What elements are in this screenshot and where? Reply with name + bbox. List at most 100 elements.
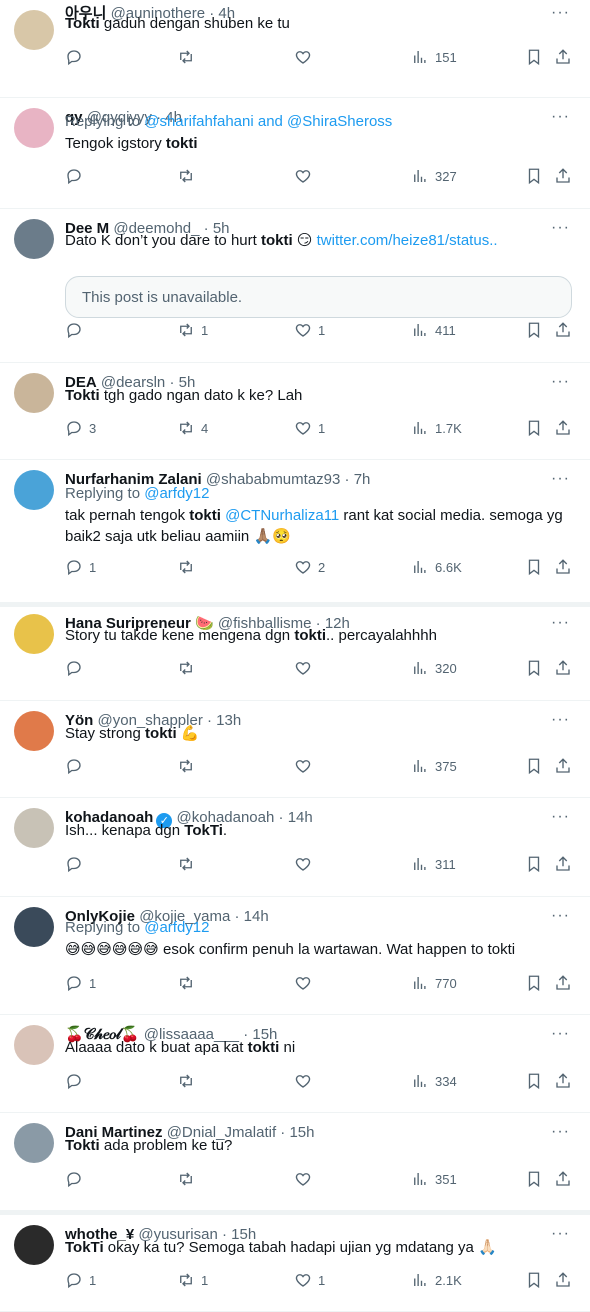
like-button[interactable] (294, 1168, 318, 1190)
reply-button[interactable]: 1 (65, 972, 96, 994)
bookmark-button[interactable] (525, 972, 543, 994)
tweet[interactable]: 아우니 @auninothere · 4h ··· Tokti gaduh deng… (0, 0, 590, 98)
bookmark-button[interactable] (525, 319, 543, 341)
share-button[interactable] (554, 1269, 572, 1291)
like-button[interactable] (294, 165, 318, 187)
share-button[interactable] (554, 46, 572, 68)
bookmark-button[interactable] (525, 1070, 543, 1092)
retweet-button[interactable] (177, 755, 201, 777)
bookmark-button[interactable] (525, 1269, 543, 1291)
views-button[interactable]: 311 (411, 853, 456, 875)
views-button[interactable]: 320 (411, 657, 457, 679)
tweet[interactable]: DEA @dearsln · 5h ··· Tokti tgh gado ngan … (0, 363, 590, 460)
tweet-link[interactable]: @CTNurhaliza11 (225, 507, 339, 524)
avatar[interactable] (14, 1225, 54, 1265)
tweet[interactable]: qy @qyqiyyy · 4h ··· Replying to @sharifah… (0, 98, 590, 209)
views-button[interactable]: 2.1K (411, 1269, 462, 1291)
tweet[interactable]: Nurfarhanim Zalani @shababmumtaz93 · 7h ·… (0, 460, 590, 603)
avatar[interactable] (14, 1123, 54, 1163)
reply-button[interactable] (65, 1168, 89, 1190)
retweet-button[interactable]: 1 (177, 319, 208, 341)
like-button[interactable] (294, 755, 318, 777)
reply-button[interactable]: 3 (65, 417, 96, 439)
views-button[interactable]: 411 (411, 319, 456, 341)
views-button[interactable]: 6.6K (411, 556, 462, 578)
tweet[interactable]: OnlyKojie @kojie_yama · 14h ··· Replying t… (0, 897, 590, 1015)
share-button[interactable] (554, 853, 572, 875)
bookmark-button[interactable] (525, 556, 543, 578)
like-button[interactable] (294, 972, 318, 994)
tweet[interactable]: whothe_¥ @yusurisan · 15h ··· TokTi okay k… (0, 1215, 590, 1312)
views-button[interactable]: 327 (411, 165, 457, 187)
retweet-button[interactable] (177, 46, 201, 68)
reply-button[interactable] (65, 319, 89, 341)
views-button[interactable]: 770 (411, 972, 457, 994)
bookmark-button[interactable] (525, 755, 543, 777)
views-button[interactable]: 351 (411, 1168, 457, 1190)
tweet[interactable]: Yön @yon_shappler · 13h ··· Stay strong to… (0, 701, 590, 798)
bookmark-button[interactable] (525, 657, 543, 679)
views-button[interactable]: 334 (411, 1070, 457, 1092)
avatar[interactable] (14, 711, 54, 751)
views-button[interactable]: 375 (411, 755, 457, 777)
bookmark-button[interactable] (525, 165, 543, 187)
like-button[interactable] (294, 46, 318, 68)
share-button[interactable] (554, 165, 572, 187)
retweet-button[interactable]: 4 (177, 417, 208, 439)
avatar[interactable] (14, 614, 54, 654)
bookmark-button[interactable] (525, 46, 543, 68)
like-button[interactable]: 1 (294, 417, 325, 439)
retweet-button[interactable] (177, 1070, 201, 1092)
avatar[interactable] (14, 10, 54, 50)
share-button[interactable] (554, 1168, 572, 1190)
avatar[interactable] (14, 108, 54, 148)
share-button[interactable] (554, 556, 572, 578)
replying-to-handles[interactable]: @sharifahfahani and @ShiraSheross (144, 113, 392, 130)
retweet-button[interactable] (177, 657, 201, 679)
avatar[interactable] (14, 219, 54, 259)
reply-button[interactable] (65, 853, 89, 875)
avatar[interactable] (14, 470, 54, 510)
reply-button[interactable] (65, 755, 89, 777)
tweet[interactable]: Dee M @deemohd_ · 5h ··· Dato K don’t you … (0, 209, 590, 363)
views-button[interactable]: 151 (411, 46, 457, 68)
retweet-button[interactable] (177, 1168, 201, 1190)
like-button[interactable] (294, 1070, 318, 1092)
retweet-button[interactable]: 1 (177, 1269, 208, 1291)
like-button[interactable]: 1 (294, 1269, 325, 1291)
share-button[interactable] (554, 417, 572, 439)
reply-button[interactable]: 1 (65, 1269, 96, 1291)
avatar[interactable] (14, 907, 54, 947)
reply-button[interactable] (65, 1070, 89, 1092)
tweet-link[interactable]: twitter.com/heize81/status.. (317, 232, 498, 249)
share-button[interactable] (554, 755, 572, 777)
tweet[interactable]: Hana Suripreneur 🍉 @fishballisme · 12h ··… (0, 604, 590, 701)
tweet[interactable]: 🍒𝒞𝒽𝑒𝑜𝓁🍒 @lissaaaa___ · 15h ··· Alaaaa dato… (0, 1015, 590, 1113)
retweet-button[interactable] (177, 972, 201, 994)
like-button[interactable]: 2 (294, 556, 325, 578)
retweet-button[interactable] (177, 165, 201, 187)
avatar[interactable] (14, 373, 54, 413)
reply-button[interactable] (65, 46, 89, 68)
bookmark-button[interactable] (525, 417, 543, 439)
tweet[interactable]: kohadanoah ✓ @kohadanoah · 14h ··· Ish... k… (0, 798, 590, 897)
like-button[interactable] (294, 657, 318, 679)
views-button[interactable]: 1.7K (411, 417, 462, 439)
retweet-button[interactable] (177, 556, 201, 578)
reply-button[interactable]: 1 (65, 556, 96, 578)
replying-to-handles[interactable]: @arfdy12 (144, 919, 209, 936)
share-button[interactable] (554, 657, 572, 679)
tweet[interactable]: Dani Martinez @Dnial_Jmalatif · 15h ··· To… (0, 1113, 590, 1211)
share-button[interactable] (554, 319, 572, 341)
avatar[interactable] (14, 808, 54, 848)
bookmark-button[interactable] (525, 1168, 543, 1190)
bookmark-button[interactable] (525, 853, 543, 875)
share-button[interactable] (554, 1070, 572, 1092)
like-button[interactable] (294, 853, 318, 875)
share-button[interactable] (554, 972, 572, 994)
reply-button[interactable] (65, 165, 89, 187)
avatar[interactable] (14, 1025, 54, 1065)
reply-button[interactable] (65, 657, 89, 679)
retweet-button[interactable] (177, 853, 201, 875)
like-button[interactable]: 1 (294, 319, 325, 341)
